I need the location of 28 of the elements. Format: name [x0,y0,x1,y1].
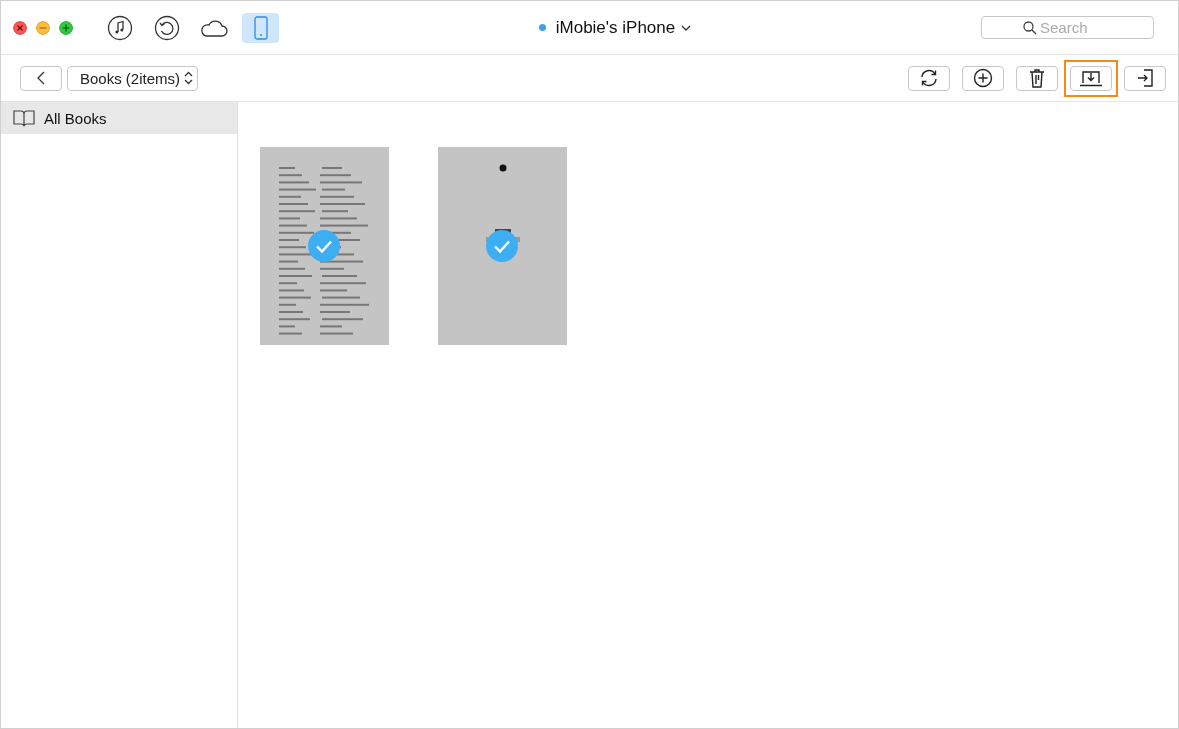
updown-icon [184,71,194,85]
chevron-left-icon [37,71,45,85]
history-icon [153,14,180,41]
add-icon [973,68,993,88]
search-icon [1023,21,1037,35]
music-icon [106,14,133,41]
toolbar-button[interactable] [1016,65,1058,91]
sidebar-item[interactable]: All Books [1,102,237,134]
refresh-icon [919,68,939,88]
zoom-button[interactable] [59,20,73,35]
toolbar-button[interactable] [962,65,1004,91]
minimize-button[interactable] [36,20,50,35]
book-icon [13,109,35,127]
phone-icon [253,15,268,40]
cloud-icon [199,18,228,37]
chevron-down-icon[interactable] [681,24,692,31]
category-select[interactable]: Books (2items) [67,65,199,91]
checkmark-icon[interactable] [308,230,340,262]
import-icon [1136,68,1154,88]
toolbar-button[interactable] [908,65,950,91]
trash-icon [1028,68,1046,88]
search-field[interactable]: Search [981,16,1154,39]
toolbar-button[interactable] [1124,65,1166,91]
checkmark-icon[interactable] [486,230,518,262]
close-button[interactable] [13,20,27,35]
device-title: iMobie's iPhone [555,17,676,38]
toolbar-button[interactable] [1070,65,1112,91]
download-to-computer-icon [1079,69,1103,87]
